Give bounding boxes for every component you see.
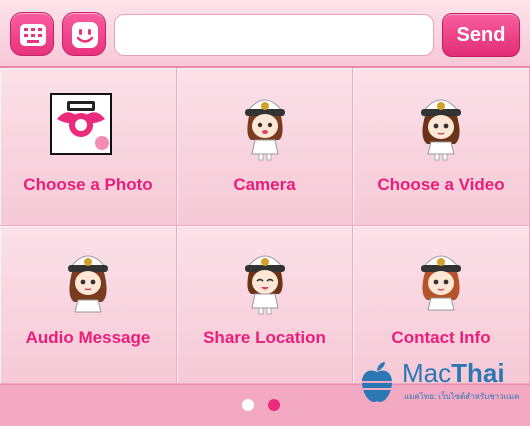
- audio-message-item[interactable]: Audio Message: [0, 226, 177, 384]
- choose-photo-label: Choose a Photo: [23, 175, 153, 194]
- brand-prefix: Mac: [402, 358, 452, 388]
- send-button[interactable]: Send: [442, 13, 520, 57]
- page-dot-1[interactable]: [242, 399, 254, 411]
- sailor-girl-video-icon: [421, 99, 461, 161]
- macthai-tagline: แมคไทย: เว็บไซต์สำหรับชาวแมค: [404, 392, 520, 401]
- camera-label: Camera: [233, 175, 296, 194]
- choose-photo-item[interactable]: Choose a Photo: [0, 68, 177, 226]
- smiley-face-icon: [72, 22, 98, 48]
- macthai-brand: MacThai: [402, 358, 505, 389]
- attachment-menu-grid: Choose a Photo Camera Choose a Video Aud…: [0, 68, 530, 384]
- share-location-item[interactable]: Share Location: [177, 226, 353, 384]
- sailor-girl-contact-icon: [421, 255, 461, 311]
- sailor-girl-audio-icon: [68, 255, 108, 313]
- brand-suffix: Thai: [451, 358, 505, 388]
- apple-logo-icon: [362, 362, 392, 402]
- choose-video-label: Choose a Video: [377, 175, 505, 194]
- photo-album-icon: [50, 93, 112, 155]
- contact-info-label: Contact Info: [391, 328, 491, 347]
- camera-item[interactable]: Camera: [177, 68, 353, 226]
- sailor-girl-camera-icon: [244, 99, 285, 161]
- macthai-watermark: MacThai แมคไทย: เว็บไซต์สำหรับชาวแมค: [356, 356, 526, 406]
- keyboard-icon: [20, 24, 46, 46]
- input-toolbar: Send: [0, 0, 530, 68]
- keyboard-button[interactable]: [10, 12, 54, 56]
- audio-message-label: Audio Message: [25, 328, 151, 347]
- share-location-label: Share Location: [203, 328, 326, 347]
- message-input[interactable]: [114, 14, 434, 56]
- emoticon-button[interactable]: [62, 12, 106, 56]
- sailor-girl-location-icon: [244, 255, 285, 315]
- page-dot-2-active[interactable]: [268, 399, 280, 411]
- choose-video-item[interactable]: Choose a Video: [353, 68, 530, 226]
